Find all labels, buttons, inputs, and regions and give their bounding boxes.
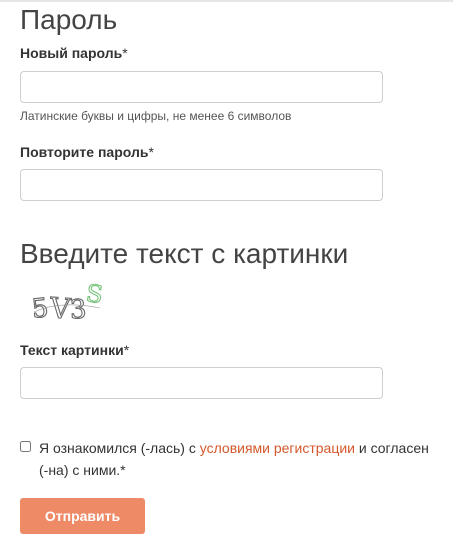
top-divider — [0, 0, 453, 2]
registration-form: Пароль Новый пароль* Латинские буквы и ц… — [0, 0, 453, 543]
agreement-checkbox[interactable] — [20, 441, 31, 452]
registration-terms-link[interactable]: условиями регистрации — [200, 440, 355, 456]
required-mark: * — [122, 45, 128, 61]
captcha-image: 5 V 3 S — [30, 282, 106, 326]
captcha-char-1: 5 — [30, 293, 50, 325]
new-password-label-text: Новый пароль — [20, 45, 123, 61]
captcha-text-label-text: Текст картинки — [20, 342, 124, 358]
submit-button[interactable]: Отправить — [20, 498, 145, 534]
agreement-text: Я ознакомился (-лась) с условиями регист… — [39, 437, 434, 481]
captcha-section-title: Введите текст с картинки — [20, 238, 349, 269]
repeat-password-label: Повторите пароль* — [20, 143, 154, 161]
agreement-text-before: Я ознакомился (-лась) с — [39, 440, 200, 456]
password-section-title: Пароль — [20, 4, 118, 35]
required-mark: * — [148, 144, 154, 160]
repeat-password-label-text: Повторите пароль — [20, 144, 149, 160]
repeat-password-input[interactable] — [20, 169, 383, 201]
new-password-label: Новый пароль* — [20, 44, 128, 62]
new-password-input[interactable] — [20, 71, 383, 103]
new-password-hint: Латинские буквы и цифры, не менее 6 симв… — [20, 109, 292, 123]
captcha-text-label: Текст картинки* — [20, 341, 129, 359]
captcha-text-input[interactable] — [20, 367, 383, 399]
required-mark: * — [123, 342, 130, 358]
